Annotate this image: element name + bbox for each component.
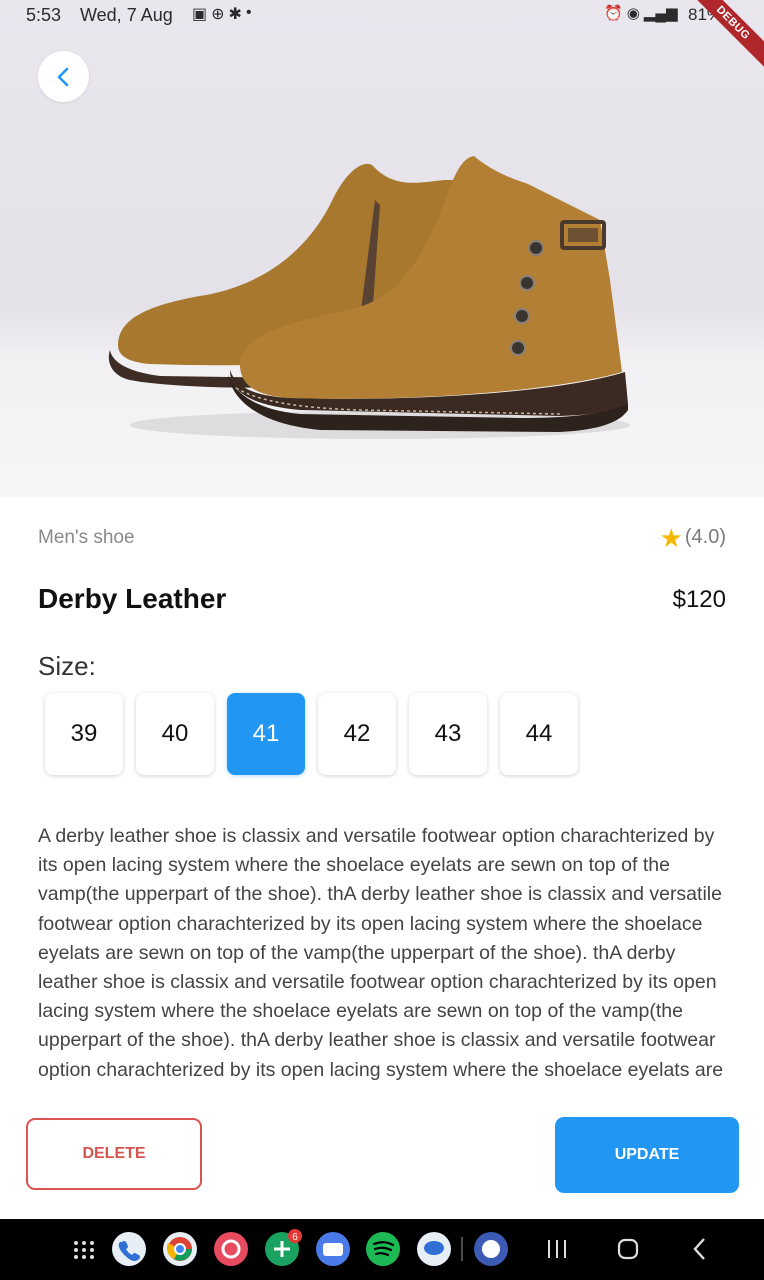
phone-app-icon[interactable] [112,1232,146,1266]
rating-value: (4.0) [684,526,726,548]
status-date: Wed, 7 Aug [80,5,173,25]
product-description: A derby leather shoe is classix and vers… [38,825,724,1088]
dot-icon: • [245,4,252,21]
add-app-icon[interactable]: 6 [265,1229,302,1266]
signal-icon: ▂▄▆ [643,5,678,22]
camera-app-icon[interactable] [214,1232,248,1266]
back-nav-icon[interactable] [693,1238,705,1260]
messages-app-icon[interactable] [417,1232,451,1266]
status-time: 5:53 [26,5,62,25]
notification-badge: 6 [292,1232,298,1243]
compass-icon: ⊕ [211,6,225,23]
size-selector: 39 40 41 42 43 44 [45,693,578,775]
hotspot-icon: ◉ [626,5,640,22]
chevron-left-icon [57,67,68,86]
update-button[interactable]: UPDATE [555,1117,739,1193]
delete-button[interactable]: DELETE [26,1118,202,1190]
boots-illustration [108,156,630,439]
product-rating: ★ (4.0) [659,522,726,553]
browser-app-icon[interactable] [316,1232,350,1266]
product-name: Derby Leather [38,583,227,614]
bug-icon: ✱ [228,6,242,23]
recents-icon[interactable] [548,1240,566,1258]
chrome-app-icon[interactable] [163,1232,197,1266]
product-image: 5:53 Wed, 7 Aug ▣ ⊕ ✱ • ⏰ ◉ ▂▄▆ 81% DEBU… [0,0,764,497]
app-icon[interactable] [474,1232,508,1266]
gallery-icon: ▣ [192,6,208,23]
app-drawer-icon[interactable] [74,1241,94,1259]
size-option-selected[interactable]: 41 [227,693,305,775]
back-button[interactable] [38,51,89,102]
size-label: Size: [38,651,96,681]
size-option[interactable]: 42 [318,693,396,775]
alarm-icon: ⏰ [604,5,623,22]
status-bar: 5:53 Wed, 7 Aug ▣ ⊕ ✱ • ⏰ ◉ ▂▄▆ 81% [0,0,764,32]
size-option[interactable]: 40 [136,693,214,775]
star-icon: ★ [659,522,683,553]
size-option[interactable]: 43 [409,693,487,775]
product-category: Men's shoe [38,527,135,548]
product-price: $120 [672,586,726,613]
home-icon[interactable] [617,1238,639,1260]
size-option[interactable]: 39 [45,693,123,775]
system-nav-bar: 6 [0,1219,764,1280]
size-option[interactable]: 44 [500,693,578,775]
spotify-app-icon[interactable] [366,1232,400,1266]
